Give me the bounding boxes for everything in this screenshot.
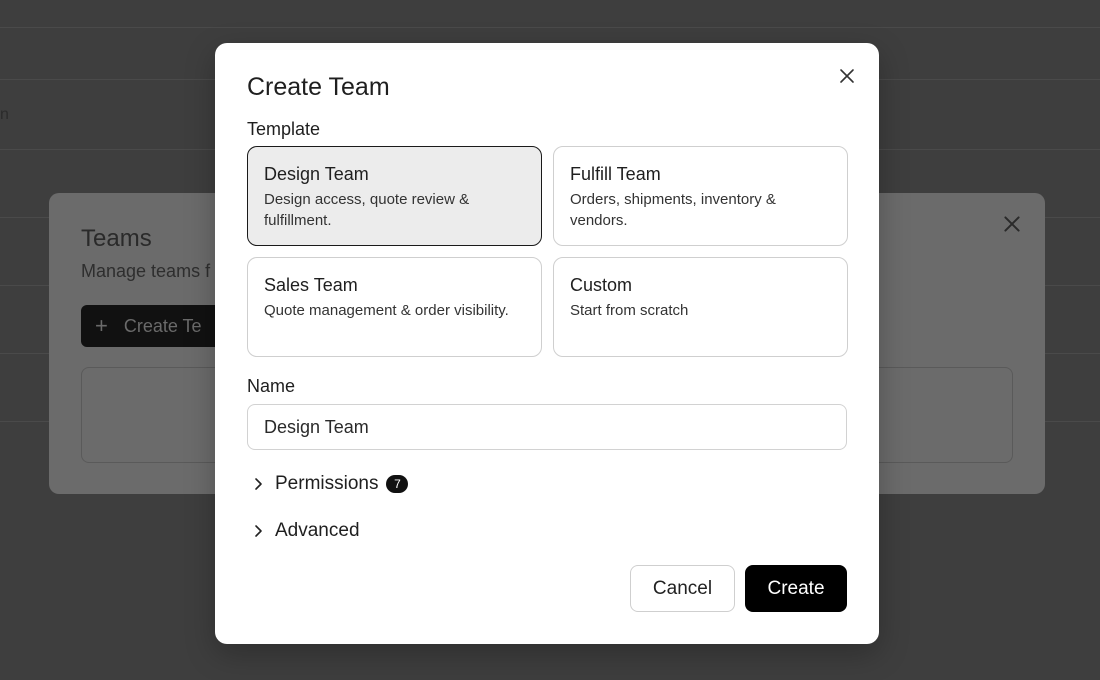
teams-dialog-description: Manage teams f [81,261,211,281]
advanced-label: Advanced [275,520,360,541]
template-description: Start from scratch [570,302,689,319]
background-text: n [0,106,9,123]
close-icon[interactable] [837,66,857,86]
template-name: Design Team [264,164,369,184]
plus-icon: + [95,313,108,338]
close-icon[interactable] [1001,213,1023,235]
template-card-sales-team[interactable]: Sales Team Quote management & order visi… [247,257,542,357]
background-row-divider [0,27,1100,28]
permissions-label: Permissions [275,473,379,494]
template-label: Template [247,119,321,139]
modal-title: Create Team [247,73,390,101]
permissions-toggle[interactable]: Permissions 7 [251,473,409,495]
team-name-input[interactable] [247,404,847,450]
create-team-button-label: Create Te [123,315,202,336]
teams-dialog-title: Teams [81,225,152,252]
cancel-button[interactable]: Cancel [630,565,735,612]
chevron-right-icon [255,478,262,490]
template-card-design-team[interactable]: Design Team Design access, quote review … [247,146,542,246]
template-name: Custom [570,275,633,295]
template-description: Orders, shipments, inventory & vendors. [570,191,776,229]
permissions-count-badge: 7 [386,475,409,493]
create-team-modal: Create Team Template Design Team Design … [215,43,879,644]
name-label: Name [247,376,296,396]
chevron-right-icon [255,525,262,537]
template-description: Quote management & order visibility. [264,302,509,319]
template-card-fulfill-team[interactable]: Fulfill Team Orders, shipments, inventor… [553,146,848,246]
create-button[interactable]: Create [745,565,847,612]
template-grid: Design Team Design access, quote review … [247,146,848,357]
template-card-custom[interactable]: Custom Start from scratch [553,257,848,357]
template-name: Fulfill Team [570,164,661,184]
template-description: Design access, quote review & fulfillmen… [264,191,470,229]
template-name: Sales Team [264,275,358,295]
advanced-toggle[interactable]: Advanced [251,520,360,542]
